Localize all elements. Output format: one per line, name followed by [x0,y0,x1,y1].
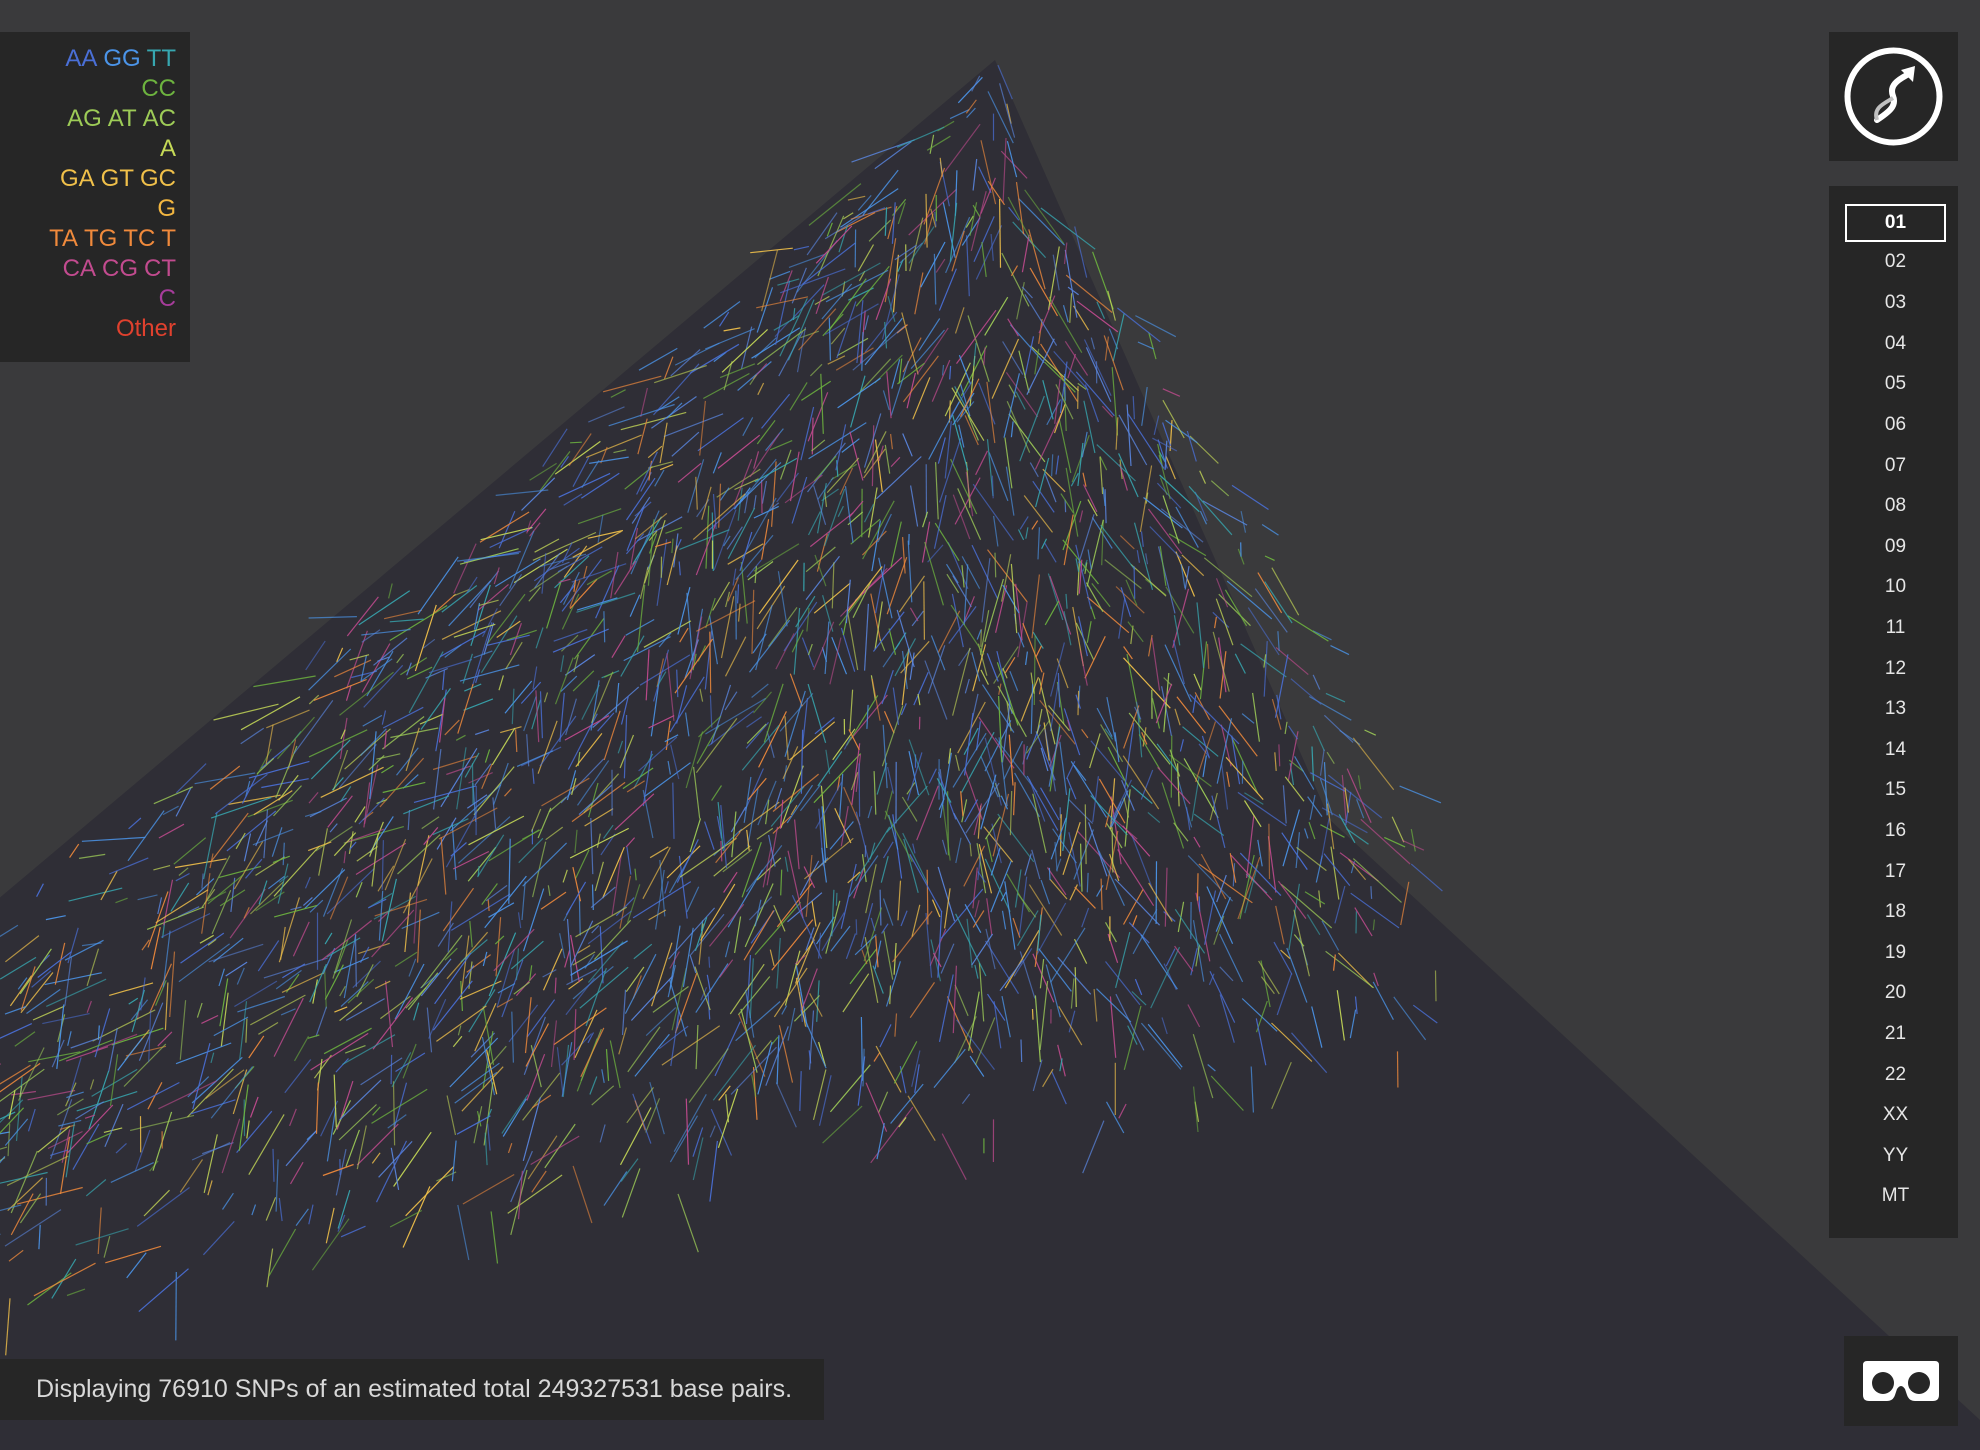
status-text: Displaying 76910 SNPs of an estimated to… [36,1375,793,1403]
genome-plane [0,60,1980,1450]
legend-genotype-gc: GC [140,165,176,192]
legend-row: Other [0,314,176,344]
logo-button[interactable] [1829,32,1958,161]
snp-visualization-canvas[interactable] [0,0,1980,1450]
chromosome-item-02[interactable]: 02 [1845,243,1946,281]
dna-arrow-logo-icon [1844,47,1943,146]
legend-row: GA GT GC [0,164,176,194]
legend-row: C [0,284,176,314]
chromosome-item-10[interactable]: 10 [1845,568,1946,606]
legend-row: CA CG CT [0,254,176,284]
chromosome-item-03[interactable]: 03 [1845,284,1946,322]
chromosome-item-07[interactable]: 07 [1845,447,1946,485]
chromosome-item-06[interactable]: 06 [1845,406,1946,444]
legend-genotype-aa: AA [65,45,98,72]
chromosome-item-yy[interactable]: YY [1845,1137,1946,1175]
chromosome-item-01[interactable]: 01 [1845,204,1946,242]
legend-row: G [0,194,176,224]
chromosome-item-05[interactable]: 05 [1845,365,1946,403]
chromosome-item-11[interactable]: 11 [1845,609,1946,647]
chromosome-item-17[interactable]: 17 [1845,853,1946,891]
legend-row: A [0,134,176,164]
legend-genotype-a: A [159,135,176,162]
chromosome-item-21[interactable]: 21 [1845,1015,1946,1053]
legend-genotype-tc: TC [123,225,156,252]
legend-genotype-t: T [161,225,176,252]
legend-row: AG AT AC [0,104,176,134]
legend-genotype-tg: TG [84,225,118,252]
legend-genotype-ta: TA [49,225,78,252]
chromosome-item-15[interactable]: 15 [1845,771,1946,809]
chromosome-item-mt[interactable]: MT [1845,1177,1946,1215]
genotype-legend: AA GG TT CC AG AT AC A GA GT GC G TA TG TC T CA CG CT C Othe… [0,32,190,362]
chromosome-item-20[interactable]: 20 [1845,974,1946,1012]
chromosome-item-xx[interactable]: XX [1845,1096,1946,1134]
legend-genotype-c: C [158,285,176,312]
legend-row: CC [0,74,176,104]
chromosome-item-09[interactable]: 09 [1845,528,1946,566]
vr-goggles-icon [1863,1361,1939,1401]
legend-genotype-cg: CG [102,255,138,282]
legend-genotype-ac: AC [142,105,176,132]
legend-genotype-ca: CA [62,255,96,282]
chromosome-item-12[interactable]: 12 [1845,650,1946,688]
legend-genotype-cc: CC [141,75,176,102]
status-bar: Displaying 76910 SNPs of an estimated to… [0,1359,824,1420]
legend-genotype-gt: GT [100,165,134,192]
legend-genotype-g: G [157,195,176,222]
legend-row: TA TG TC T [0,224,176,254]
legend-genotype-ga: GA [59,165,95,192]
chromosome-item-04[interactable]: 04 [1845,325,1946,363]
legend-genotype-ag: AG [67,105,102,132]
chromosome-item-18[interactable]: 18 [1845,893,1946,931]
chromosome-item-14[interactable]: 14 [1845,731,1946,769]
chromosome-item-08[interactable]: 08 [1845,487,1946,525]
vr-mode-button[interactable] [1844,1336,1958,1426]
chromosome-item-19[interactable]: 19 [1845,934,1946,972]
chromosome-item-22[interactable]: 22 [1845,1056,1946,1094]
legend-genotype-at: AT [107,105,137,132]
legend-genotype-other: Other [115,315,176,342]
legend-genotype-gg: GG [103,45,141,72]
legend-row: AA GG TT [0,44,176,74]
legend-genotype-tt: TT [146,45,176,72]
chromosome-selector: 01 02 03 04 05 06 07 08 09 10 11 12 13 14 15 16 17 18 19 20… [1829,186,1958,1238]
legend-genotype-ct: CT [144,255,176,282]
chromosome-item-13[interactable]: 13 [1845,690,1946,728]
chromosome-item-16[interactable]: 16 [1845,812,1946,850]
